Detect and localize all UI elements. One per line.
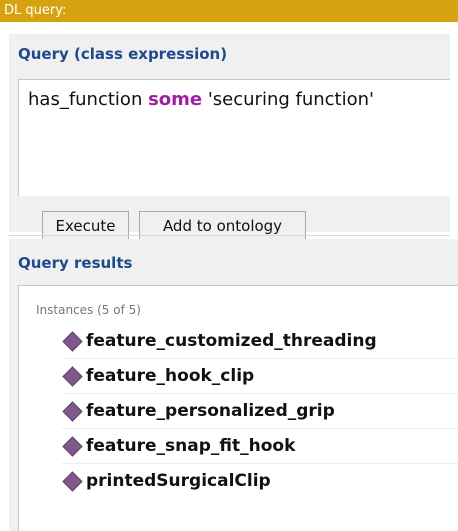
expression-text-before: has_function	[28, 89, 149, 110]
result-item-label: feature_hook_clip	[86, 366, 255, 386]
query-section-title: Query (class expression)	[18, 45, 228, 63]
individual-diamond-icon	[62, 435, 83, 457]
result-item-label: feature_snap_fit_hook	[86, 436, 296, 456]
result-item[interactable]: feature_customized_threading	[62, 327, 377, 355]
dl-query-title-bar: DL query:	[0, 0, 458, 22]
row-divider	[62, 428, 458, 429]
result-item-label: printedSurgicalClip	[86, 471, 271, 491]
individual-diamond-icon	[62, 365, 83, 387]
individual-diamond-icon	[62, 330, 83, 352]
expression-text-after: 'securing function'	[202, 89, 374, 110]
panel-divider	[9, 235, 450, 236]
instances-header: Instances (5 of 5)	[36, 303, 141, 317]
results-panel: Query results Instances (5 of 5) feature…	[9, 239, 458, 531]
window-title: DL query:	[4, 3, 67, 18]
execute-button[interactable]: Execute	[42, 211, 129, 242]
class-expression-editor[interactable]: has_function some 'securing function'	[18, 79, 450, 196]
row-divider	[62, 463, 458, 464]
results-list: Instances (5 of 5) feature_customized_th…	[18, 285, 458, 531]
results-section-title: Query results	[18, 254, 133, 272]
result-item[interactable]: feature_hook_clip	[62, 362, 254, 390]
individual-diamond-icon	[62, 470, 83, 492]
result-item-label: feature_customized_threading	[86, 331, 377, 351]
add-to-ontology-button[interactable]: Add to ontology	[139, 211, 306, 242]
result-item[interactable]: feature_personalized_grip	[62, 397, 335, 425]
query-panel: Query (class expression) has_function so…	[9, 34, 450, 242]
row-divider	[62, 358, 458, 359]
individual-diamond-icon	[62, 400, 83, 422]
result-item[interactable]: feature_snap_fit_hook	[62, 432, 295, 460]
expression-keyword: some	[148, 89, 203, 110]
result-item[interactable]: printedSurgicalClip	[62, 467, 271, 495]
result-item-label: feature_personalized_grip	[86, 401, 335, 421]
row-divider	[62, 393, 458, 394]
